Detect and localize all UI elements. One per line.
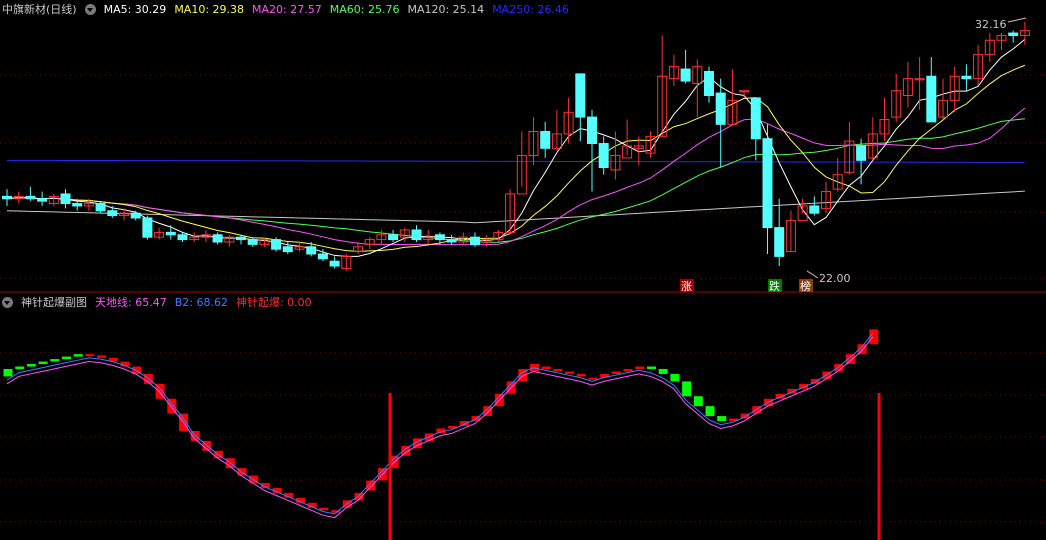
candle-down	[177, 234, 188, 241]
candle-down	[598, 143, 609, 169]
low-price-label: 22.00	[819, 272, 851, 285]
bar-down	[682, 381, 692, 397]
candle-down	[540, 131, 551, 149]
bar-down	[73, 354, 83, 357]
bar-up	[541, 366, 551, 369]
high-price-label: 32.16	[975, 18, 1007, 31]
sub-chart-title: 神针起爆副图	[21, 296, 87, 309]
candle-down	[247, 239, 258, 245]
candle-down	[107, 210, 118, 217]
candle-down	[72, 203, 83, 207]
bar-up	[85, 354, 95, 357]
zhang-badge: 涨	[680, 279, 694, 293]
candle-down	[25, 195, 36, 200]
low-price-arrow	[806, 270, 819, 279]
bar-up	[565, 371, 575, 374]
candle-down	[60, 193, 71, 205]
bar-up	[319, 507, 329, 511]
candle-down	[762, 138, 773, 229]
candle-down	[37, 198, 48, 202]
candle-down	[704, 70, 714, 96]
candle-down	[282, 246, 293, 253]
candle-down	[236, 236, 246, 241]
ma120-line	[6, 190, 1025, 224]
bar-down	[50, 359, 60, 362]
candle-down	[856, 145, 867, 161]
candle-down	[809, 205, 820, 214]
candle-down	[750, 97, 761, 140]
candle-down	[1008, 32, 1019, 36]
candle-down	[212, 234, 223, 243]
bar-down	[717, 416, 727, 422]
bar-up	[635, 366, 645, 369]
b2-label: B2: 68.62	[174, 295, 228, 309]
ma250-label: MA250: 26.46	[492, 2, 569, 16]
candle-down	[961, 75, 972, 80]
chart-canvas: 32.16 22.00 涨 跌 榜	[0, 17, 1046, 540]
candle-down	[926, 75, 937, 123]
bar-down	[26, 364, 36, 367]
bar-up	[869, 329, 879, 345]
candle-down	[142, 217, 153, 238]
bar-down	[693, 396, 703, 407]
candle-down	[774, 227, 785, 257]
candle-down	[411, 229, 422, 241]
candle-down	[715, 92, 726, 125]
bar-down	[705, 406, 715, 417]
bang-badge: 榜	[799, 279, 813, 293]
stock-name: 中旗新材(日线)	[2, 3, 77, 16]
bar-up	[588, 377, 598, 380]
ma10-label: MA10: 29.38	[174, 2, 245, 16]
badge-text: 跌	[769, 279, 780, 293]
bar-up	[611, 371, 621, 374]
ma20-line	[6, 107, 1026, 246]
bar-down	[3, 368, 13, 377]
candle-down	[446, 239, 457, 243]
shenzhen-qibao-label: 神针起爆: 0.00	[235, 296, 312, 309]
bar-down	[658, 368, 668, 374]
main-chart-header: 中旗新材(日线) MA5: 30.29 MA10: 29.38 MA20: 27…	[2, 0, 577, 18]
candles	[2, 22, 1030, 271]
candle-down	[2, 195, 12, 200]
ma5-label: MA5: 30.29	[103, 2, 167, 16]
candle-down	[587, 116, 597, 145]
bar-down	[62, 356, 71, 360]
bar-down	[38, 361, 48, 365]
candle-down	[575, 73, 586, 118]
candle-down	[317, 253, 328, 260]
high-price-arrow	[1007, 17, 1027, 23]
tiandi-line	[6, 336, 874, 519]
candle-down	[271, 239, 282, 250]
bar-down	[15, 366, 25, 369]
candle-down	[434, 234, 445, 241]
ma5-line	[6, 38, 1026, 257]
tiandi-line-label: 天地线: 65.47	[95, 296, 167, 309]
ma20-label: MA20: 27.57	[252, 2, 322, 16]
bar-up	[97, 355, 107, 358]
die-badge: 跌	[768, 279, 782, 293]
bar-up	[576, 373, 586, 377]
ma60-label: MA60: 25.76	[329, 2, 400, 16]
ma120-label: MA120: 25.14	[407, 2, 485, 16]
bar-down	[647, 366, 656, 369]
sub-bars	[3, 329, 879, 513]
candle-down	[130, 212, 141, 219]
candle-down	[95, 203, 106, 212]
bar-up	[553, 368, 563, 372]
badge-text: 榜	[800, 279, 811, 293]
bar-up	[366, 480, 376, 491]
sub-chart-header: 神针起爆副图 天地线: 65.47 B2: 68.62 神针起爆: 0.00	[2, 293, 320, 311]
candle-down	[306, 246, 317, 255]
bar-up	[623, 368, 633, 372]
candle-down	[329, 260, 340, 267]
candle-down	[680, 68, 691, 82]
sub-indicator-dropdown-icon[interactable]	[2, 296, 13, 308]
bar-down	[670, 373, 680, 382]
candle-down	[165, 231, 176, 236]
indicator-dropdown-icon[interactable]	[84, 3, 96, 15]
candle-down	[388, 234, 399, 241]
badge-text: 涨	[681, 280, 692, 293]
b2-line	[6, 332, 874, 515]
candle-down	[470, 236, 480, 245]
